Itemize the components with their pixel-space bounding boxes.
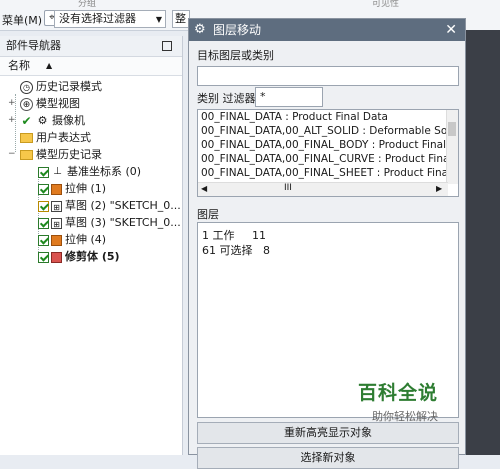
name-column-label: 名称 xyxy=(8,59,30,72)
sketch-icon: ⊞ xyxy=(51,200,62,212)
tree-item-label: 历史记录模式 xyxy=(36,80,102,93)
vertical-scrollbar[interactable] xyxy=(446,110,458,184)
watermark-subtitle: 助你轻松解决 xyxy=(372,410,438,423)
list-item[interactable]: 00_FINAL_DATA,00_FINAL_CURVE : Product F… xyxy=(201,153,458,165)
clock-icon: ◷ xyxy=(20,80,33,94)
category-filter-input[interactable]: * xyxy=(255,87,323,107)
tree-item-sketch-3[interactable]: ⊞ 草图 (3) "SKETCH_0... xyxy=(38,214,181,231)
select-new-objects-button[interactable]: 选择新对象 xyxy=(197,447,459,469)
dialog-title: 图层移动 xyxy=(213,23,262,37)
tree-item-label: 基准坐标系 (0) xyxy=(67,165,142,178)
tree-item-label: 草图 (3) "SKETCH_0... xyxy=(65,216,181,229)
tree-item-label: 模型历史记录 xyxy=(36,148,102,161)
tree-item-cameras[interactable]: + ✔ ⚙ 摄像机 xyxy=(8,112,85,129)
toolbar-visibility-label: 可见性 xyxy=(372,0,400,9)
list-item[interactable]: 00_FINAL_DATA,00_FINAL_SHEET : Product F… xyxy=(201,167,458,179)
navigator-title: 部件导航器 xyxy=(6,39,61,52)
tree-item-trim-body-5[interactable]: 修剪体 (5) xyxy=(38,248,120,265)
close-icon[interactable]: ✕ xyxy=(445,19,457,41)
target-layer-label: 目标图层或类别 xyxy=(197,49,274,62)
navigator-title-bar: 部件导航器 xyxy=(0,36,182,57)
list-item[interactable]: 00_FINAL_DATA,00_FINAL_BODY : Product Fi… xyxy=(201,139,458,151)
tree-item-label: 摄像机 xyxy=(52,114,85,127)
category-filter-value: * xyxy=(260,90,266,103)
scroll-right-icon[interactable]: ▶ xyxy=(436,184,442,193)
list-item[interactable]: 00_FINAL_DATA : Product Final Data xyxy=(201,111,388,123)
maximize-icon[interactable] xyxy=(162,41,172,51)
selection-filter-select[interactable]: 没有选择过滤器 ▼ xyxy=(54,10,166,28)
category-filter-label: 类别 过滤器 xyxy=(197,92,256,105)
name-column-header[interactable]: 名称 ▲ xyxy=(0,57,182,76)
part-navigator: 部件导航器 名称 ▲ ◷ 历史记录模式 + ⊕ 模型视图 + ✔ ⚙ 摄像机 用户表达式… xyxy=(0,36,183,455)
list-item[interactable]: 61 可选择 8 xyxy=(202,242,270,258)
sort-ascending-icon: ▲ xyxy=(46,61,53,70)
tree-item-label: 模型视图 xyxy=(36,97,80,110)
tree-item-extrude-4[interactable]: 拉伸 (4) xyxy=(38,231,106,248)
folder-icon xyxy=(20,133,33,143)
toolbar-group-label: 分组 xyxy=(78,0,97,9)
tree-item-user-expressions[interactable]: 用户表达式 xyxy=(20,129,91,146)
collapse-icon[interactable]: − xyxy=(8,146,16,163)
visible-checkbox[interactable] xyxy=(38,217,49,229)
list-item[interactable]: 1 工作 11 xyxy=(202,227,266,243)
menu-label: 菜单(M) xyxy=(2,14,43,27)
tree-item-sketch-2[interactable]: ⊞ 草图 (2) "SKETCH_0... xyxy=(38,197,181,214)
tree-item-label: 草图 (2) "SKETCH_0... xyxy=(65,199,181,212)
model-views-icon: ⊕ xyxy=(20,97,33,111)
tree-item-label: 用户表达式 xyxy=(36,131,91,144)
expand-icon[interactable]: + xyxy=(8,112,16,129)
visible-checkbox[interactable] xyxy=(38,251,49,263)
visible-checkbox[interactable] xyxy=(38,183,49,195)
list-item[interactable]: 00_FINAL_DATA,00_ALT_SOLID : Deformable … xyxy=(201,125,458,137)
scroll-thumb-grip[interactable]: III xyxy=(284,183,292,193)
selection-filter-value: 没有选择过滤器 xyxy=(59,12,136,25)
dialog-title-bar[interactable]: ⚙ 图层移动 ✕ xyxy=(189,19,465,41)
layers-label: 图层 xyxy=(197,208,219,221)
gear-icon[interactable]: ⚙ xyxy=(194,19,206,41)
extrude-icon xyxy=(51,234,62,246)
datum-csys-icon: ⊥ xyxy=(53,165,62,177)
tree-item-datum-csys[interactable]: ⊥ 基准坐标系 (0) xyxy=(38,163,141,180)
watermark: 百科全说 助你轻松解决 xyxy=(352,378,462,428)
folder-open-icon xyxy=(20,150,33,160)
target-layer-input[interactable] xyxy=(197,66,459,86)
tree-item-history-mode[interactable]: ◷ 历史记录模式 xyxy=(20,78,102,95)
watermark-title: 百科全说 xyxy=(358,382,439,404)
visible-checkbox[interactable] xyxy=(38,200,49,212)
checkmark-icon: ✔ xyxy=(21,113,32,128)
scope-value: 整 xyxy=(175,12,186,25)
visible-checkbox[interactable] xyxy=(38,234,49,246)
tree-item-label: 拉伸 (1) xyxy=(65,182,107,195)
tree-item-label: 修剪体 (5) xyxy=(65,250,120,263)
tree-item-model-history[interactable]: − 模型历史记录 xyxy=(8,146,102,163)
scroll-thumb[interactable] xyxy=(448,122,456,136)
chevron-down-icon: ▼ xyxy=(155,15,162,24)
trim-body-icon xyxy=(51,251,62,263)
horizontal-scrollbar[interactable]: ◀ III ▶ xyxy=(198,182,448,196)
scroll-left-icon[interactable]: ◀ xyxy=(201,184,207,193)
expand-icon[interactable]: + xyxy=(8,95,16,112)
tree-item-model-views[interactable]: + ⊕ 模型视图 xyxy=(8,95,80,112)
camera-icon: ⚙ xyxy=(37,113,48,127)
sketch-icon: ⊞ xyxy=(51,217,62,229)
tree-item-label: 拉伸 (4) xyxy=(65,233,107,246)
graphics-window-edge xyxy=(466,30,500,455)
tree-item-extrude-1[interactable]: 拉伸 (1) xyxy=(38,180,106,197)
extrude-icon xyxy=(51,183,62,195)
category-list[interactable]: 00_FINAL_DATA : Product Final Data 00_FI… xyxy=(197,109,459,197)
visible-checkbox[interactable] xyxy=(38,166,49,178)
